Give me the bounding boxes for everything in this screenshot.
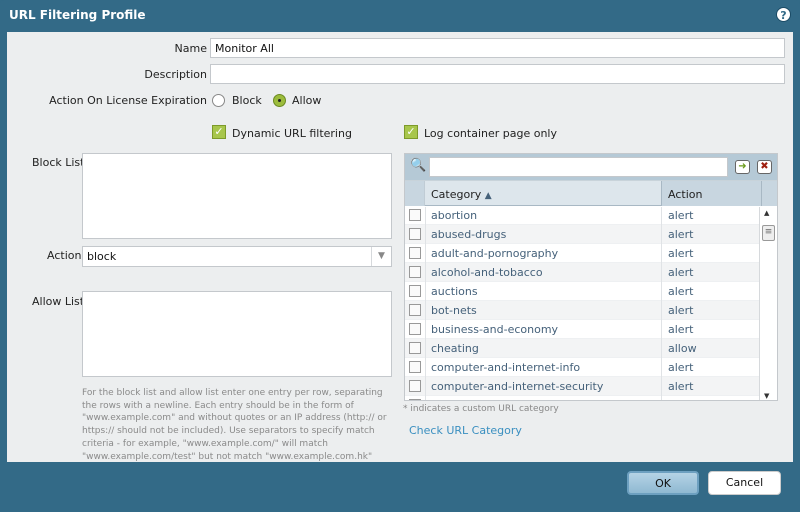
name-input[interactable]: Monitor All [210, 38, 785, 58]
description-input[interactable] [210, 64, 785, 84]
block-list-textarea[interactable] [82, 153, 392, 239]
category-name[interactable]: abused-drugs [431, 228, 506, 241]
table-row[interactable]: adult-and-pornography alert [405, 244, 777, 263]
dynamic-url-checkbox[interactable]: ✓ [212, 125, 226, 139]
select-all-column [405, 181, 425, 206]
dialog-titlebar: URL Filtering Profile ? [0, 0, 800, 31]
radio-allow[interactable] [273, 94, 286, 107]
custom-category-footnote: * indicates a custom URL category [403, 404, 559, 414]
category-name[interactable]: alcohol-and-tobacco [431, 266, 543, 279]
table-row[interactable]: cheating allow [405, 339, 777, 358]
dialog-body: Name Monitor All Description Action On L… [7, 32, 793, 462]
chevron-down-icon[interactable]: ▼ [371, 247, 391, 266]
log-container-checkbox[interactable]: ✓ [404, 125, 418, 139]
allow-list-label: Allow List [32, 295, 85, 308]
category-column-header[interactable]: Category ▲ [431, 188, 492, 201]
row-checkbox[interactable] [409, 247, 421, 259]
dialog-title: URL Filtering Profile [9, 8, 146, 22]
radio-block[interactable] [212, 94, 225, 107]
category-header-label: Category [431, 188, 482, 201]
category-rows: abortion alert abused-drugs alert adult-and-… [405, 206, 777, 400]
category-action[interactable]: alert [668, 361, 693, 374]
table-row[interactable]: abused-drugs alert [405, 225, 777, 244]
table-row[interactable]: auctions alert [405, 282, 777, 301]
category-name[interactable]: cheating [431, 342, 479, 355]
row-checkbox[interactable] [409, 304, 421, 316]
table-row[interactable]: bot-nets alert [405, 301, 777, 320]
clear-filter-icon[interactable]: ✖ [757, 160, 772, 174]
list-help-text: For the block list and allow list enter … [82, 388, 387, 462]
table-row-partial [405, 396, 777, 400]
help-icon[interactable]: ? [776, 7, 791, 22]
table-row[interactable]: business-and-economy alert [405, 320, 777, 339]
radio-allow-label: Allow [292, 94, 322, 107]
category-name[interactable]: computer-and-internet-info [431, 361, 580, 374]
row-checkbox[interactable] [409, 380, 421, 392]
radio-block-label: Block [232, 94, 262, 107]
category-name[interactable]: abortion [431, 209, 477, 222]
action-select[interactable]: block ▼ [82, 246, 392, 267]
row-checkbox[interactable] [409, 323, 421, 335]
block-list-label: Block List [32, 156, 85, 169]
scroll-down-icon[interactable]: ▼ [764, 392, 769, 400]
category-name[interactable]: business-and-economy [431, 323, 558, 336]
ok-button[interactable]: OK [627, 471, 699, 495]
category-action[interactable]: alert [668, 209, 693, 222]
category-grid: 🔍 ➜ ✖ Category ▲ Action abortion alert abu… [404, 153, 778, 401]
category-name[interactable]: computer-and-internet-security [431, 380, 603, 393]
action-label: Action [47, 249, 82, 262]
grid-search-bar: 🔍 ➜ ✖ [405, 154, 777, 180]
category-action[interactable]: alert [668, 266, 693, 279]
category-action[interactable]: alert [668, 304, 693, 317]
license-expiration-label: Action On License Expiration [49, 94, 207, 107]
row-checkbox[interactable] [409, 399, 421, 400]
action-column-header[interactable]: Action [661, 181, 761, 206]
cancel-button[interactable]: Cancel [708, 471, 781, 495]
scroll-thumb[interactable]: ≡ [762, 225, 775, 241]
sort-ascending-icon: ▲ [484, 191, 492, 201]
row-checkbox[interactable] [409, 342, 421, 354]
category-action[interactable]: alert [668, 323, 693, 336]
category-action[interactable]: alert [668, 380, 693, 393]
table-row[interactable]: computer-and-internet-info alert [405, 358, 777, 377]
table-row[interactable]: abortion alert [405, 206, 777, 225]
category-action[interactable]: alert [668, 228, 693, 241]
action-header-label: Action [668, 188, 703, 201]
category-action[interactable]: allow [668, 342, 697, 355]
check-url-category-link[interactable]: Check URL Category [409, 424, 522, 437]
table-row[interactable]: alcohol-and-tobacco alert [405, 263, 777, 282]
category-action[interactable]: alert [668, 247, 693, 260]
grid-header: Category ▲ Action [405, 180, 777, 206]
header-spacer [761, 181, 777, 206]
allow-list-textarea[interactable] [82, 291, 392, 377]
category-search-input[interactable] [429, 157, 728, 177]
grid-scrollbar[interactable]: ▲ ≡ ▼ [759, 207, 777, 400]
apply-filter-icon[interactable]: ➜ [735, 160, 750, 174]
row-checkbox[interactable] [409, 361, 421, 373]
table-row[interactable]: computer-and-internet-security alert [405, 377, 777, 396]
row-checkbox[interactable] [409, 228, 421, 240]
category-name[interactable]: bot-nets [431, 304, 477, 317]
scroll-up-icon[interactable]: ▲ [764, 209, 769, 217]
row-checkbox[interactable] [409, 266, 421, 278]
category-name[interactable]: adult-and-pornography [431, 247, 558, 260]
category-action[interactable]: alert [668, 285, 693, 298]
col-divider [425, 207, 426, 400]
log-container-label: Log container page only [424, 127, 557, 140]
description-label: Description [144, 68, 207, 81]
dynamic-url-label: Dynamic URL filtering [232, 127, 352, 140]
row-checkbox[interactable] [409, 209, 421, 221]
search-icon: 🔍 [410, 158, 427, 173]
name-label: Name [174, 42, 207, 55]
action-select-value: block [87, 250, 117, 263]
category-name[interactable]: auctions [431, 285, 478, 298]
col-divider [661, 207, 662, 400]
row-checkbox[interactable] [409, 285, 421, 297]
